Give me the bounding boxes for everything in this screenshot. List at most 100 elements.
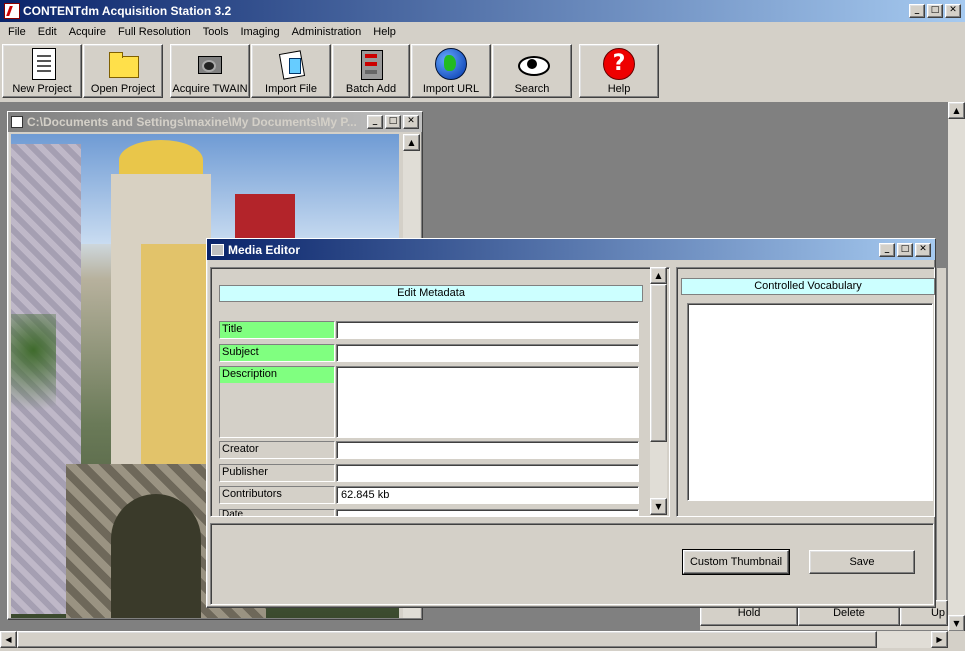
batch-add-label: Batch Add	[345, 83, 397, 95]
menu-administration[interactable]: Administration	[286, 26, 368, 38]
app-minimize-button[interactable]: _	[909, 4, 925, 18]
import-url-button[interactable]: Import URL	[411, 44, 491, 98]
metadata-scroll-down-icon[interactable]: ▼	[650, 498, 667, 515]
batch-add-icon	[355, 48, 387, 80]
menu-help[interactable]: Help	[367, 26, 402, 38]
date-field[interactable]	[336, 509, 639, 516]
import-url-label: Import URL	[422, 83, 480, 95]
menu-imaging[interactable]: Imaging	[234, 26, 285, 38]
metadata-scroll-thumb[interactable]	[650, 284, 667, 442]
image-maximize-button[interactable]: □	[385, 115, 401, 129]
image-window-controls: _ □ ✕	[367, 115, 419, 129]
field-row-subject: Subject	[219, 344, 639, 362]
save-button[interactable]: Save	[809, 550, 915, 574]
menu-tools[interactable]: Tools	[197, 26, 235, 38]
field-row-title: Title	[219, 321, 639, 339]
app-maximize-button[interactable]: □	[927, 4, 943, 18]
media-editor-button-panel: Custom Thumbnail Save	[210, 523, 934, 605]
app-title-bar[interactable]: CONTENTdm Acquisition Station 3.2 _ □ ✕	[0, 0, 965, 22]
creator-field[interactable]	[336, 441, 639, 459]
field-label-date: Date	[219, 509, 335, 516]
field-label-description-cell: Description	[219, 366, 335, 438]
media-editor-controls: _ □ ✕	[879, 243, 931, 257]
horizontal-scroll-track[interactable]	[877, 631, 931, 648]
title-field[interactable]	[336, 321, 639, 339]
menu-acquire[interactable]: Acquire	[63, 26, 112, 38]
import-file-icon	[275, 48, 307, 80]
description-field[interactable]	[336, 366, 639, 438]
metadata-scroll-up-icon[interactable]: ▲	[650, 267, 667, 284]
main-horizontal-scrollbar[interactable]: ◀ ▶	[0, 631, 948, 648]
field-label-title: Title	[219, 321, 335, 339]
controlled-vocabulary-panel: Controlled Vocabulary	[676, 267, 935, 517]
camera-icon	[194, 48, 226, 80]
media-minimize-button[interactable]: _	[879, 243, 895, 257]
field-label-subject: Subject	[219, 344, 335, 362]
publisher-field[interactable]	[336, 464, 639, 482]
field-row-date: Date	[219, 509, 639, 516]
horizontal-scroll-thumb[interactable]	[17, 631, 877, 648]
media-editor-title: Media Editor	[228, 242, 301, 257]
contributors-field[interactable]: 62.845 kb	[336, 486, 639, 504]
eye-icon	[516, 48, 550, 80]
image-window-title-bar[interactable]: C:\Documents and Settings\maxine\My Docu…	[8, 112, 422, 132]
open-project-button[interactable]: Open Project	[83, 44, 163, 98]
app-icon	[4, 3, 20, 19]
image-close-button[interactable]: ✕	[403, 115, 419, 129]
field-label-description: Description	[220, 367, 334, 383]
media-maximize-button[interactable]: □	[897, 243, 913, 257]
open-project-label: Open Project	[90, 83, 156, 95]
image-minimize-button[interactable]: _	[367, 115, 383, 129]
scroll-up-icon[interactable]: ▲	[948, 102, 965, 119]
media-editor-window[interactable]: Media Editor _ □ ✕ Edit Metadata Title S…	[206, 238, 936, 608]
media-editor-title-bar[interactable]: Media Editor	[207, 239, 935, 260]
app-title: CONTENTdm Acquisition Station 3.2	[23, 4, 232, 18]
controlled-vocabulary-list[interactable]	[687, 303, 933, 501]
photo-arch-opening	[111, 494, 201, 618]
field-row-creator: Creator	[219, 441, 639, 459]
edit-metadata-heading: Edit Metadata	[219, 285, 643, 302]
batch-add-button[interactable]: Batch Add	[332, 44, 410, 98]
scroll-left-icon[interactable]: ◀	[0, 631, 17, 648]
field-label-contributors: Contributors	[219, 486, 335, 504]
menu-file[interactable]: File	[2, 26, 32, 38]
import-file-label: Import File	[265, 83, 317, 95]
metadata-vertical-scrollbar[interactable]: ▲ ▼	[650, 267, 667, 515]
folder-icon	[107, 48, 139, 80]
resize-grip-icon[interactable]	[948, 631, 965, 648]
scroll-right-icon[interactable]: ▶	[931, 631, 948, 648]
import-file-button[interactable]: Import File	[251, 44, 331, 98]
new-project-label: New Project	[12, 83, 72, 95]
globe-icon	[435, 48, 467, 80]
help-icon: ?	[603, 48, 635, 80]
search-button[interactable]: Search	[492, 44, 572, 98]
scroll-down-icon[interactable]: ▼	[948, 615, 965, 632]
field-row-publisher: Publisher	[219, 464, 639, 482]
field-label-creator: Creator	[219, 441, 335, 459]
controlled-vocabulary-heading: Controlled Vocabulary	[681, 278, 935, 295]
image-scroll-up-icon[interactable]: ▲	[403, 134, 420, 151]
subject-field[interactable]	[336, 344, 639, 362]
media-editor-icon	[211, 243, 224, 256]
media-close-button[interactable]: ✕	[915, 243, 931, 257]
field-row-contributors: Contributors 62.845 kb	[219, 486, 639, 504]
custom-thumbnail-button[interactable]: Custom Thumbnail	[682, 549, 790, 575]
photo-palm	[11, 314, 56, 434]
field-label-publisher: Publisher	[219, 464, 335, 482]
new-project-icon	[32, 48, 56, 80]
new-project-button[interactable]: New Project	[2, 44, 82, 98]
metadata-panel: Edit Metadata Title Subject Description …	[210, 267, 670, 517]
menu-edit[interactable]: Edit	[32, 26, 63, 38]
image-window-icon	[11, 116, 23, 128]
search-label: Search	[514, 83, 550, 95]
main-toolbar: New Project Open Project Acquire TWAIN I…	[2, 44, 660, 100]
help-button[interactable]: ? Help	[579, 44, 659, 98]
app-close-button[interactable]: ✕	[945, 4, 961, 18]
acquire-twain-label: Acquire TWAIN	[172, 83, 248, 95]
app-window-controls: _ □ ✕	[909, 4, 961, 18]
field-row-description: Description	[219, 366, 639, 438]
acquire-twain-button[interactable]: Acquire TWAIN	[170, 44, 250, 98]
main-vertical-scrollbar[interactable]: ▲ ▼	[948, 102, 965, 632]
menu-full-resolution[interactable]: Full Resolution	[112, 26, 197, 38]
image-window-title: C:\Documents and Settings\maxine\My Docu…	[27, 115, 357, 129]
